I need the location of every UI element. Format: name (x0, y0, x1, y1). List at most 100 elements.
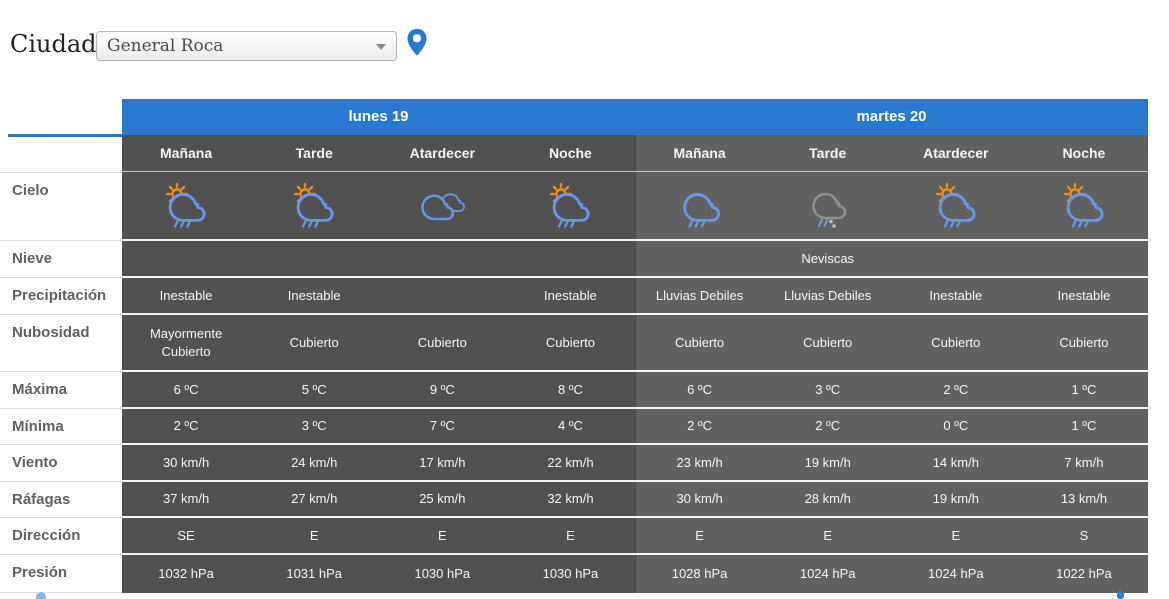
presion-cell: 1024 hPa (763, 555, 892, 593)
rafagas-cell: 27 km/h (250, 482, 379, 516)
clouds-icon (414, 183, 470, 229)
maxima-cell: 3 ºC (763, 372, 892, 407)
nubosidad-row: Mayormente Cubierto Cubierto Cubierto Cu… (122, 315, 1148, 372)
nieve-row: Neviscas (122, 241, 1148, 278)
presion-row: 1032 hPa 1031 hPa 1030 hPa 1030 hPa 1028… (122, 555, 1148, 593)
sun-cloud-rain-icon (542, 182, 598, 229)
rafagas-cell: 25 km/h (378, 482, 507, 516)
presion-cell: 1030 hPa (506, 555, 635, 593)
weather-icon-cell (634, 172, 764, 239)
precipitacion-cell: Inestable (506, 278, 635, 313)
period-header: Atardecer (891, 135, 1020, 171)
minima-cell: 2 ºC (763, 409, 892, 443)
weather-icon-cell (891, 172, 1020, 239)
cielo-row (122, 172, 1148, 241)
precipitacion-cell: Inestable (891, 278, 1020, 313)
viento-cell: 17 km/h (378, 445, 507, 480)
direccion-cell: E (634, 518, 764, 553)
maxima-cell: 1 ºC (1019, 372, 1148, 407)
precipitacion-cell (378, 278, 507, 313)
presion-cell: 1028 hPa (634, 555, 764, 593)
row-label-direccion: Dirección (0, 518, 122, 555)
period-header: Atardecer (378, 135, 507, 171)
minima-cell: 1 ºC (1019, 409, 1148, 443)
cloud-rain-icon (672, 183, 728, 229)
nieve-cell: Neviscas (763, 241, 892, 276)
sun-cloud-rain-icon (928, 182, 984, 229)
weather-icon-cell (506, 172, 635, 239)
nieve-cell (891, 241, 1020, 276)
period-header: Tarde (763, 135, 892, 171)
period-header: Noche (1019, 135, 1148, 171)
viento-cell: 30 km/h (122, 445, 251, 480)
row-label-minima: Mínima (0, 409, 122, 445)
weather-icon-cell (763, 172, 892, 239)
maxima-cell: 9 ºC (378, 372, 507, 407)
rafagas-cell: 30 km/h (634, 482, 764, 516)
presion-cell: 1024 hPa (891, 555, 1020, 593)
direccion-cell: S (1019, 518, 1148, 553)
day-header-lunes: lunes 19 (122, 99, 635, 135)
viento-cell: 23 km/h (634, 445, 764, 480)
direccion-cell: E (378, 518, 507, 553)
minima-cell: 0 ºC (891, 409, 1020, 443)
period-header: Mañana (122, 135, 251, 171)
period-header-row: Mañana Tarde Atardecer Noche Mañana Tard… (122, 135, 1148, 172)
viento-cell: 24 km/h (250, 445, 379, 480)
day-header-row: lunes 19 martes 20 (122, 99, 1148, 135)
nubosidad-cell: Cubierto (634, 315, 764, 370)
direccion-cell: SE (122, 518, 251, 553)
row-label-cielo: Cielo (0, 172, 122, 241)
presion-cell: 1022 hPa (1019, 555, 1148, 593)
direccion-cell: E (763, 518, 892, 553)
weather-icon-cell (250, 172, 379, 239)
weather-icon-cell (122, 172, 251, 239)
minima-row: 2 ºC 3 ºC 7 ºC 4 ºC 2 ºC 2 ºC 0 ºC 1 ºC (122, 409, 1148, 445)
row-label-nubosidad: Nubosidad (0, 315, 122, 372)
nubosidad-cell: Cubierto (1019, 315, 1148, 370)
nieve-cell (378, 241, 507, 276)
precipitacion-cell: Inestable (250, 278, 379, 313)
viento-cell: 14 km/h (891, 445, 1020, 480)
minima-cell: 4 ºC (506, 409, 635, 443)
row-label-viento: Viento (0, 445, 122, 482)
row-label-maxima: Máxima (0, 372, 122, 409)
viento-row: 30 km/h 24 km/h 17 km/h 22 km/h 23 km/h … (122, 445, 1148, 482)
rafagas-cell: 19 km/h (891, 482, 1020, 516)
map-pin-icon[interactable] (406, 28, 428, 57)
active-tab-underline (8, 134, 122, 137)
viento-cell: 7 km/h (1019, 445, 1148, 480)
row-label-nieve: Nieve (0, 241, 122, 278)
maxima-cell: 2 ºC (891, 372, 1020, 407)
city-select-wrap: General Roca (96, 31, 397, 61)
day-header-martes: martes 20 (635, 99, 1148, 135)
nieve-cell (634, 241, 764, 276)
rafagas-cell: 32 km/h (506, 482, 635, 516)
sun-cloud-rain-icon (1056, 182, 1112, 229)
nieve-cell (122, 241, 251, 276)
nieve-cell (1019, 241, 1148, 276)
nubosidad-cell: Cubierto (250, 315, 379, 370)
maxima-cell: 6 ºC (122, 372, 251, 407)
weather-icon-cell (378, 172, 507, 239)
minima-cell: 2 ºC (634, 409, 764, 443)
weather-forecast-page: Ciudad: General Roca Cielo Nieve Precipi… (0, 0, 1169, 599)
nubosidad-cell: Cubierto (891, 315, 1020, 370)
direccion-cell: E (891, 518, 1020, 553)
city-select[interactable]: General Roca (96, 31, 397, 61)
period-header: Mañana (634, 135, 764, 171)
forecast-table: lunes 19 martes 20 Mañana Tarde Atardece… (122, 99, 1148, 593)
rafagas-cell: 37 km/h (122, 482, 251, 516)
nubosidad-cell: Cubierto (506, 315, 635, 370)
precipitacion-cell: Lluvias Debiles (763, 278, 892, 313)
maxima-cell: 6 ºC (634, 372, 764, 407)
city-label: Ciudad: (10, 30, 105, 58)
precipitacion-cell: Inestable (1019, 278, 1148, 313)
nubosidad-cell: Cubierto (378, 315, 507, 370)
precipitacion-cell: Lluvias Debiles (634, 278, 764, 313)
row-labels-column: Cielo Nieve Precipitación Nubosidad Máxi… (0, 172, 122, 593)
nieve-cell (506, 241, 635, 276)
direccion-row: SE E E E E E E S (122, 518, 1148, 555)
nieve-cell (250, 241, 379, 276)
precipitacion-row: Inestable Inestable Inestable Lluvias De… (122, 278, 1148, 315)
